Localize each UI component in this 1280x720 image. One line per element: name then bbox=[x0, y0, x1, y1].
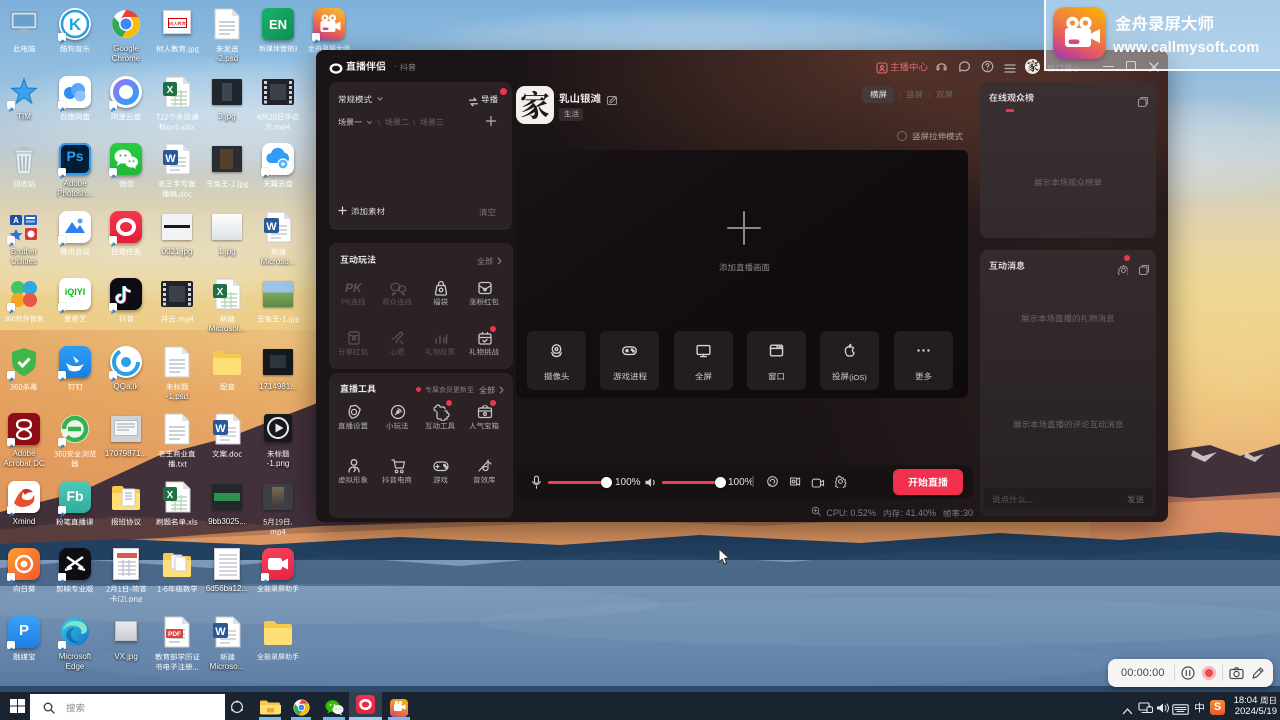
svg-text:W: W bbox=[215, 423, 226, 435]
svg-text:W: W bbox=[266, 221, 277, 233]
svg-text:X: X bbox=[217, 287, 224, 298]
svg-text:W: W bbox=[215, 626, 226, 638]
svg-text:A: A bbox=[13, 216, 19, 225]
svg-text:X: X bbox=[167, 85, 174, 96]
svg-text:W: W bbox=[165, 153, 176, 165]
svg-text:X: X bbox=[167, 490, 174, 501]
svg-text:PDF: PDF bbox=[168, 631, 181, 638]
svg-text:K: K bbox=[69, 15, 82, 34]
